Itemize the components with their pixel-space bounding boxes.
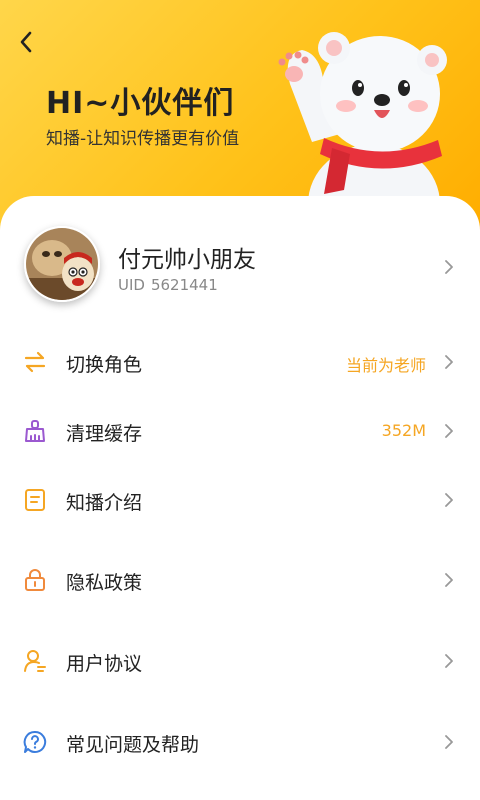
uid-label: UID (118, 276, 145, 294)
polar-bear-mascot (278, 32, 447, 214)
back-button[interactable] (10, 26, 42, 58)
profile-uid: UID 5621441 (118, 276, 218, 294)
user-agreement-icon (24, 650, 46, 672)
menu-item-intro[interactable]: 知播介绍 (0, 470, 480, 530)
menu-item-user-agreement[interactable]: 用户协议 (0, 631, 480, 691)
avatar-image (26, 228, 98, 300)
chevron-right-icon (445, 573, 453, 587)
menu-item-label: 清理缓存 (66, 423, 143, 445)
profile-row[interactable]: 付元帅小朋友 UID 5621441 (0, 226, 480, 310)
chevron-right-icon (445, 735, 453, 749)
swap-arrows-icon (24, 351, 46, 373)
content-card: 付元帅小朋友 UID 5621441 切换角色 当前为老师 清理缓存 352M (0, 196, 480, 800)
broom-clean-icon (25, 420, 45, 442)
chevron-right-icon (445, 493, 453, 507)
current-role-value: 当前为老师 (345, 356, 426, 375)
chevron-right-icon (445, 260, 453, 274)
uid-value: 5621441 (150, 276, 218, 294)
menu-item-faq-help[interactable]: 常见问题及帮助 (0, 712, 480, 772)
cache-size-value: 352M (381, 421, 426, 440)
help-question-icon (23, 730, 47, 753)
chevron-right-icon (445, 424, 453, 438)
menu-item-privacy-policy[interactable]: 隐私政策 (0, 550, 480, 610)
chevron-left-icon (20, 31, 32, 53)
lock-icon (25, 569, 45, 591)
menu-item-clear-cache[interactable]: 清理缓存 352M (0, 401, 480, 461)
menu-item-label: 知播介绍 (66, 492, 143, 514)
profile-name: 付元帅小朋友 (118, 247, 256, 273)
avatar[interactable] (24, 226, 100, 302)
chevron-right-icon (445, 355, 453, 369)
menu-item-label: 用户协议 (66, 653, 143, 675)
document-icon (25, 489, 45, 511)
page-title: HI~小伙伴们 (46, 86, 235, 121)
menu-item-label: 常见问题及帮助 (66, 734, 200, 756)
menu-item-label: 隐私政策 (66, 572, 143, 594)
chevron-right-icon (445, 654, 453, 668)
menu-item-label: 切换角色 (66, 354, 143, 376)
menu-item-switch-role[interactable]: 切换角色 当前为老师 (0, 332, 480, 392)
page-subtitle: 知播-让知识传播更有价值 (46, 129, 240, 149)
